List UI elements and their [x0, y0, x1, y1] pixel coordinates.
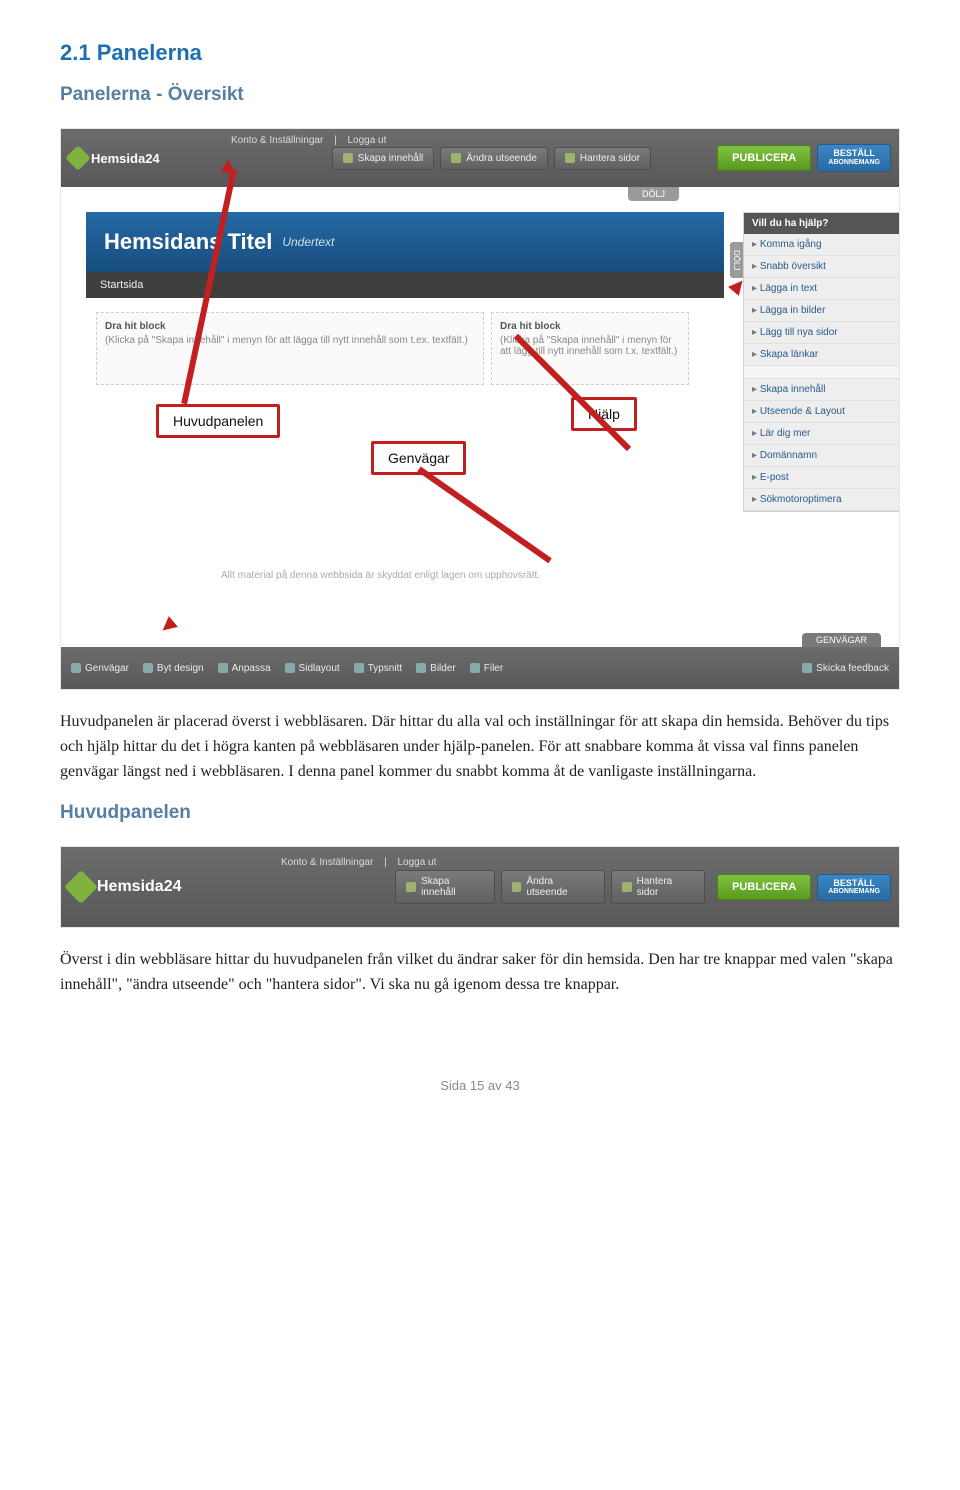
- shortcuts-tab[interactable]: GENVÄGAR: [802, 633, 881, 647]
- shortcut-icon: [416, 663, 426, 673]
- pages-icon: [622, 882, 632, 892]
- logo: Hemsida24: [69, 875, 192, 899]
- subheading-overview: Panelerna - Översikt: [60, 84, 900, 106]
- shortcut-icon: [802, 663, 812, 673]
- callout-huvudpanelen: Huvudpanelen: [156, 404, 280, 438]
- help-item[interactable]: E-post: [744, 467, 899, 489]
- change-appearance-button[interactable]: Ändra utseende: [501, 870, 605, 904]
- logo-icon: [64, 870, 98, 904]
- order-subscription-button[interactable]: BESTÄLL ABONNEMANG: [817, 144, 891, 172]
- link-logout[interactable]: Logga ut: [397, 857, 436, 868]
- help-panel: Vill du ha hjälp? Komma igång Snabb över…: [743, 212, 899, 512]
- create-content-button[interactable]: Skapa innehåll: [395, 870, 494, 904]
- link-account-settings[interactable]: Konto & Inställningar: [231, 135, 323, 146]
- shortcut-icon: [218, 663, 228, 673]
- logo-icon: [65, 145, 90, 170]
- account-links: Konto & Inställningar | Logga ut: [231, 135, 394, 146]
- help-item[interactable]: Utseende & Layout: [744, 401, 899, 423]
- palette-icon: [451, 153, 461, 163]
- pages-icon: [565, 153, 575, 163]
- site-nav: Startsida: [86, 272, 724, 298]
- manage-pages-button[interactable]: Hantera sidor: [554, 147, 651, 170]
- manage-pages-button[interactable]: Hantera sidor: [611, 870, 705, 904]
- help-item[interactable]: Lägga in bilder: [744, 300, 899, 322]
- help-item[interactable]: Snabb översikt: [744, 256, 899, 278]
- link-account-settings[interactable]: Konto & Inställningar: [281, 857, 373, 868]
- screenshot-huvudpanel: Hemsida24 Konto & Inställningar | Logga …: [60, 846, 900, 928]
- palette-icon: [512, 882, 522, 892]
- drop-zone-right[interactable]: Dra hit block (Klicka på "Skapa innehåll…: [491, 312, 689, 385]
- site-footer-copyright: Allt material på denna webbsida är skydd…: [221, 570, 540, 581]
- shortcut-icon: [354, 663, 364, 673]
- logo-text: Hemsida24: [91, 151, 160, 166]
- shortcut-bilder[interactable]: Bilder: [416, 663, 456, 674]
- shortcuts-bar: Genvägar Byt design Anpassa Sidlayout Ty…: [61, 647, 899, 689]
- paragraph-huvudpanel: Överst i din webbläsare hittar du huvudp…: [60, 948, 900, 998]
- plus-icon: [343, 153, 353, 163]
- help-item[interactable]: Sökmotoroptimera: [744, 489, 899, 511]
- shortcut-icon: [285, 663, 295, 673]
- shortcut-icon: [470, 663, 480, 673]
- site-title: Hemsidans Titel: [104, 229, 272, 255]
- help-item[interactable]: Lär dig mer: [744, 423, 899, 445]
- main-panel-bar: Hemsida24 Konto & Inställningar | Logga …: [61, 129, 899, 187]
- shortcut-sidlayout[interactable]: Sidlayout: [285, 663, 340, 674]
- help-item[interactable]: Komma igång: [744, 234, 899, 256]
- change-appearance-button[interactable]: Ändra utseende: [440, 147, 548, 170]
- help-item[interactable]: Skapa länkar: [744, 344, 899, 366]
- plus-icon: [406, 882, 416, 892]
- paragraph-overview: Huvudpanelen är placerad överst i webblä…: [60, 710, 900, 784]
- nav-startpage[interactable]: Startsida: [86, 279, 157, 291]
- screenshot-overview: Hemsida24 Konto & Inställningar | Logga …: [60, 128, 900, 690]
- shortcut-byt-design[interactable]: Byt design: [143, 663, 204, 674]
- site-subtitle: Undertext: [282, 235, 334, 249]
- shortcut-feedback[interactable]: Skicka feedback: [802, 663, 889, 674]
- section-heading: 2.1 Panelerna: [60, 40, 900, 66]
- hide-help-tab[interactable]: DÖLJ: [730, 242, 743, 278]
- shortcut-typsnitt[interactable]: Typsnitt: [354, 663, 402, 674]
- shortcut-icon: [71, 663, 81, 673]
- publish-button[interactable]: PUBLICERA: [717, 874, 811, 900]
- create-content-button[interactable]: Skapa innehåll: [332, 147, 435, 170]
- shortcut-icon: [143, 663, 153, 673]
- main-panel-bar: Hemsida24 Konto & Inställningar | Logga …: [61, 847, 899, 927]
- site-title-banner: Hemsidans Titel Undertext: [86, 212, 724, 272]
- help-panel-header: Vill du ha hjälp?: [744, 213, 899, 234]
- shortcut-genvagar[interactable]: Genvägar: [71, 663, 129, 674]
- page-number: Sida 15 av 43: [60, 1078, 900, 1093]
- logo-text: Hemsida24: [97, 878, 182, 896]
- help-item[interactable]: Domännamn: [744, 445, 899, 467]
- help-item[interactable]: Lägga in text: [744, 278, 899, 300]
- drop-zone-left[interactable]: Dra hit block (Klicka på "Skapa innehåll…: [96, 312, 484, 385]
- logo: Hemsida24: [69, 149, 170, 167]
- shortcut-filer[interactable]: Filer: [470, 663, 503, 674]
- shortcut-anpassa[interactable]: Anpassa: [218, 663, 271, 674]
- account-links: Konto & Inställningar | Logga ut: [281, 857, 444, 868]
- help-item[interactable]: Skapa innehåll: [744, 379, 899, 401]
- help-item[interactable]: Lägg till nya sidor: [744, 322, 899, 344]
- link-logout[interactable]: Logga ut: [347, 135, 386, 146]
- order-subscription-button[interactable]: BESTÄLL ABONNEMANG: [817, 874, 891, 902]
- subheading-huvudpanelen: Huvudpanelen: [60, 802, 900, 824]
- publish-button[interactable]: PUBLICERA: [717, 145, 811, 171]
- hide-tab[interactable]: DÖLJ: [628, 187, 679, 201]
